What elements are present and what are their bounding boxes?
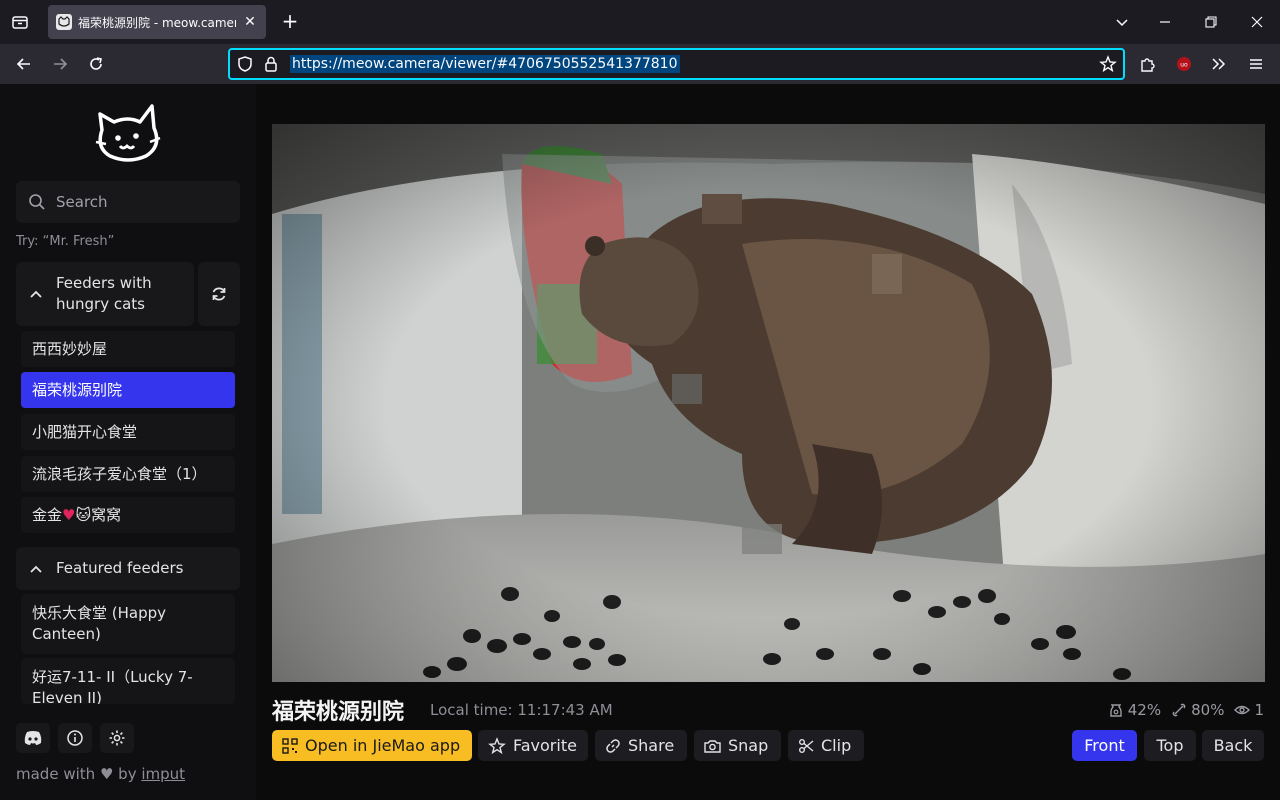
featured-feeder-item[interactable]: 好运7-11- II（Lucky 7-Eleven II) — [21, 658, 235, 704]
bone-icon — [1172, 703, 1186, 717]
browser-nav-bar: https://meow.camera/viewer/#470675055254… — [0, 44, 1280, 84]
viewer-count: 1 — [1234, 701, 1264, 719]
view-top-button[interactable]: Top — [1144, 730, 1196, 761]
favorite-button[interactable]: Favorite — [478, 730, 588, 761]
page-content: Search Try: “Mr. Fresh” Feeders with hun… — [0, 84, 1280, 800]
section-hungry-cats-toggle[interactable]: Feeders with hungry cats — [16, 262, 194, 326]
reload-icon[interactable] — [84, 52, 108, 76]
cat-logo-icon[interactable] — [92, 102, 164, 164]
search-placeholder: Search — [56, 193, 108, 211]
section-hungry-cats-title: Feeders with hungry cats — [56, 274, 152, 313]
browser-tab-active[interactable]: 福荣桃源别院 - meow.camera ✕ — [48, 5, 266, 39]
feeder-item[interactable]: 西西妙妙屋 — [21, 331, 235, 367]
open-in-app-button[interactable]: Open in JieMao app — [272, 730, 472, 761]
refresh-button[interactable] — [198, 262, 240, 326]
lock-icon[interactable] — [262, 55, 280, 77]
section-featured-title: Featured feeders — [56, 559, 184, 577]
discord-button[interactable] — [16, 723, 50, 753]
address-bar[interactable]: https://meow.camera/viewer/#470675055254… — [228, 48, 1125, 80]
link-icon — [606, 738, 620, 753]
tracking-shield-icon[interactable] — [236, 55, 254, 77]
battery-level: 80% — [1171, 701, 1224, 719]
discord-icon — [24, 731, 42, 745]
qr-code-icon — [282, 737, 298, 754]
feeder-item[interactable]: 小肥猫开心食堂 — [21, 414, 235, 450]
sidebar: Search Try: “Mr. Fresh” Feeders with hun… — [0, 84, 256, 800]
settings-button[interactable] — [100, 723, 134, 753]
chevron-up-icon — [16, 562, 56, 576]
heart-icon: ♥ — [99, 765, 114, 783]
view-front-button[interactable]: Front — [1072, 730, 1137, 761]
feeder-item[interactable]: 流浪毛孩子爱心食堂（1） — [21, 456, 235, 492]
tab-title: 福荣桃源别院 - meow.camera — [78, 15, 236, 30]
featured-feeder-item[interactable]: 快乐大食堂 (Happy Canteen) — [21, 594, 235, 654]
camera-image — [272, 124, 1265, 682]
info-button[interactable] — [58, 723, 92, 753]
view-back-button[interactable]: Back — [1202, 730, 1264, 761]
forward-arrow-icon[interactable] — [48, 52, 72, 76]
snap-button[interactable]: Snap — [694, 730, 781, 761]
hamburger-menu-icon[interactable] — [1244, 52, 1268, 76]
scissors-icon — [799, 738, 814, 753]
url-text[interactable]: https://meow.camera/viewer/#470675055254… — [290, 55, 680, 73]
cat-favicon-icon — [56, 14, 72, 30]
share-button[interactable]: Share — [595, 730, 687, 761]
restore-icon[interactable] — [1199, 10, 1223, 34]
eye-icon — [1234, 705, 1251, 715]
gear-icon — [109, 730, 125, 746]
feeder-title: 福荣桃源别院 — [272, 700, 405, 725]
food-bag-icon — [1110, 704, 1122, 717]
extensions-puzzle-icon[interactable] — [1136, 52, 1160, 76]
food-level: 42% — [1108, 701, 1161, 719]
local-time: Local time: 11:17:43 AM — [430, 701, 613, 719]
new-tab-icon[interactable]: + — [278, 10, 302, 34]
overflow-chevrons-icon[interactable] — [1207, 52, 1231, 76]
tab-overflow-chevron-icon[interactable] — [1110, 10, 1134, 34]
bookmark-star-icon[interactable] — [1099, 55, 1117, 77]
camera-feed — [272, 124, 1265, 682]
refresh-icon — [212, 287, 226, 301]
search-input[interactable]: Search — [16, 181, 240, 223]
section-featured-toggle[interactable]: Featured feeders — [16, 547, 240, 590]
close-window-icon[interactable] — [1245, 10, 1269, 34]
footer-credit: made with ♥ by imput — [16, 765, 186, 783]
tab-close-icon[interactable]: ✕ — [242, 14, 258, 30]
svg-text:uo: uo — [1180, 62, 1188, 69]
feeder-item[interactable]: 金金 ♥ 🐱 窝窝 — [21, 497, 235, 533]
imput-link[interactable]: imput — [141, 765, 185, 783]
chevron-up-icon — [16, 287, 56, 301]
ublock-origin-icon[interactable]: uo — [1172, 52, 1196, 76]
search-hint: Try: “Mr. Fresh” — [16, 234, 115, 249]
clip-button[interactable]: Clip — [788, 730, 864, 761]
feeder-stats: 42% 80% 1 — [1098, 701, 1264, 719]
star-icon — [488, 736, 506, 754]
tab-list-icon[interactable] — [8, 10, 32, 34]
minimize-icon[interactable] — [1153, 10, 1177, 34]
browser-tab-bar: 福荣桃源别院 - meow.camera ✕ + — [0, 0, 1280, 44]
search-icon — [29, 194, 45, 210]
feeder-item-selected[interactable]: 福荣桃源别院 — [21, 372, 235, 408]
heart-icon: ♥ — [62, 505, 76, 524]
camera-icon — [704, 739, 721, 753]
info-icon — [67, 730, 83, 746]
back-arrow-icon[interactable] — [12, 52, 36, 76]
